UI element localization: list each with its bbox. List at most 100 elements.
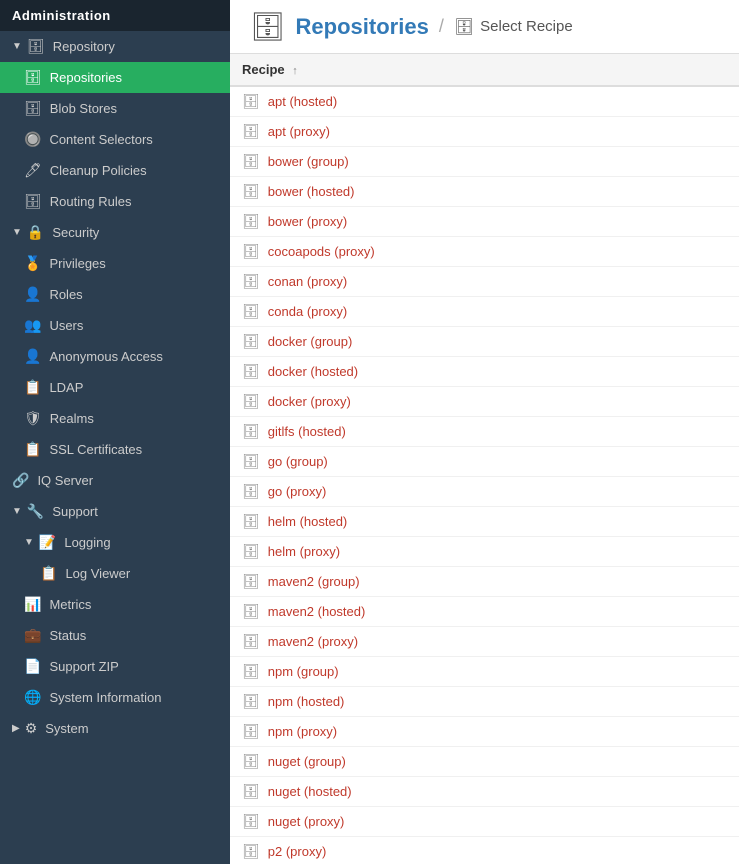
sidebar-item-status[interactable]: 💼 Status — [0, 620, 230, 651]
recipe-table-container: Recipe ↑ 🗄 apt (hosted) 🗄 apt (proxy) � — [230, 54, 739, 864]
chevron-down-icon: ▼ — [12, 227, 22, 238]
sidebar-item-roles[interactable]: 👤 Roles — [0, 279, 230, 310]
recipe-column-header[interactable]: Recipe ↑ — [230, 54, 739, 86]
recipe-db-icon: 🗄 — [242, 333, 260, 350]
sidebar-item-metrics[interactable]: 📊 Metrics — [0, 589, 230, 620]
recipe-db-icon: 🗄 — [242, 573, 260, 590]
table-row[interactable]: 🗄 maven2 (hosted) — [230, 597, 739, 627]
recipe-link[interactable]: nuget (hosted) — [268, 784, 352, 799]
recipe-link[interactable]: docker (group) — [268, 334, 353, 349]
table-row[interactable]: 🗄 bower (hosted) — [230, 177, 739, 207]
table-row[interactable]: 🗄 bower (group) — [230, 147, 739, 177]
privileges-icon: 🏅 — [24, 255, 41, 272]
anonymous-icon: 👤 — [24, 348, 41, 365]
table-row[interactable]: 🗄 docker (group) — [230, 327, 739, 357]
table-row[interactable]: 🗄 npm (proxy) — [230, 717, 739, 747]
sidebar-item-ssl-certificates[interactable]: 📋 SSL Certificates — [0, 434, 230, 465]
table-row[interactable]: 🗄 go (group) — [230, 447, 739, 477]
recipe-link[interactable]: conan (proxy) — [268, 274, 347, 289]
table-row[interactable]: 🗄 apt (hosted) — [230, 86, 739, 117]
recipe-db-icon: 🗄 — [242, 723, 260, 740]
table-row[interactable]: 🗄 helm (hosted) — [230, 507, 739, 537]
database-icon: 🗄 — [24, 69, 42, 86]
table-row[interactable]: 🗄 apt (proxy) — [230, 117, 739, 147]
table-row[interactable]: 🗄 npm (group) — [230, 657, 739, 687]
sidebar-group-logging[interactable]: ▼ 📝 Logging — [0, 527, 230, 558]
recipe-link[interactable]: npm (proxy) — [268, 724, 337, 739]
sidebar-item-anonymous-access[interactable]: 👤 Anonymous Access — [0, 341, 230, 372]
recipe-link[interactable]: helm (hosted) — [268, 514, 347, 529]
zip-icon: 📄 — [24, 658, 41, 675]
recipe-link[interactable]: apt (hosted) — [268, 94, 337, 109]
sidebar-item-label: Roles — [49, 287, 82, 302]
sidebar-item-support-zip[interactable]: 📄 Support ZIP — [0, 651, 230, 682]
sidebar-item-iq-server[interactable]: 🔗 IQ Server — [0, 465, 230, 496]
sidebar-item-ldap[interactable]: 📋 LDAP — [0, 372, 230, 403]
repositories-icon: 🗄 — [250, 10, 286, 43]
recipe-link[interactable]: docker (hosted) — [268, 364, 358, 379]
sidebar-item-label: SSL Certificates — [49, 442, 142, 457]
table-row[interactable]: 🗄 maven2 (group) — [230, 567, 739, 597]
table-row[interactable]: 🗄 nuget (proxy) — [230, 807, 739, 837]
table-row[interactable]: 🗄 conan (proxy) — [230, 267, 739, 297]
security-icon: 🔒 — [27, 224, 44, 241]
sidebar-item-label: System Information — [49, 690, 161, 705]
sidebar-item-content-selectors[interactable]: 🔘 Content Selectors — [0, 124, 230, 155]
recipe-link[interactable]: go (group) — [268, 454, 328, 469]
recipe-link[interactable]: maven2 (proxy) — [268, 634, 358, 649]
recipe-link[interactable]: apt (proxy) — [268, 124, 330, 139]
table-row[interactable]: 🗄 p2 (proxy) — [230, 837, 739, 864]
sidebar-item-repositories[interactable]: 🗄 Repositories — [0, 62, 230, 93]
recipe-db-icon: 🗄 — [242, 303, 260, 320]
table-row[interactable]: 🗄 helm (proxy) — [230, 537, 739, 567]
sidebar-item-privileges[interactable]: 🏅 Privileges — [0, 248, 230, 279]
sidebar-group-security[interactable]: ▼ 🔒 Security — [0, 217, 230, 248]
recipe-link[interactable]: gitlfs (hosted) — [268, 424, 346, 439]
table-row[interactable]: 🗄 bower (proxy) — [230, 207, 739, 237]
sidebar-item-label: Logging — [64, 535, 110, 550]
table-row[interactable]: 🗄 nuget (group) — [230, 747, 739, 777]
recipe-link[interactable]: cocoapods (proxy) — [268, 244, 375, 259]
recipe-link[interactable]: maven2 (group) — [268, 574, 360, 589]
logging-icon: 📝 — [39, 534, 56, 551]
recipe-link[interactable]: nuget (group) — [268, 754, 346, 769]
breadcrumb-label: Select Recipe — [480, 18, 573, 35]
table-row[interactable]: 🗄 cocoapods (proxy) — [230, 237, 739, 267]
table-row[interactable]: 🗄 maven2 (proxy) — [230, 627, 739, 657]
sidebar-group-system[interactable]: ▶ ⚙ System — [0, 713, 230, 744]
recipe-link[interactable]: helm (proxy) — [268, 544, 340, 559]
sidebar-item-system-information[interactable]: 🌐 System Information — [0, 682, 230, 713]
recipe-link[interactable]: nuget (proxy) — [268, 814, 345, 829]
table-row[interactable]: 🗄 gitlfs (hosted) — [230, 417, 739, 447]
table-row[interactable]: 🗄 npm (hosted) — [230, 687, 739, 717]
sidebar-item-cleanup-policies[interactable]: 🖊 Cleanup Policies — [0, 155, 230, 186]
sidebar-item-realms[interactable]: 🛡 Realms — [0, 403, 230, 434]
recipe-link[interactable]: conda (proxy) — [268, 304, 347, 319]
recipe-link[interactable]: npm (group) — [268, 664, 339, 679]
recipe-db-icon: 🗄 — [242, 423, 260, 440]
recipe-link[interactable]: docker (proxy) — [268, 394, 351, 409]
sidebar-group-support[interactable]: ▼ 🔧 Support — [0, 496, 230, 527]
recipe-link[interactable]: bower (hosted) — [268, 184, 355, 199]
table-row[interactable]: 🗄 go (proxy) — [230, 477, 739, 507]
chevron-right-icon: ▶ — [12, 723, 20, 734]
sidebar-item-blob-stores[interactable]: 🗄 Blob Stores — [0, 93, 230, 124]
sidebar-item-label: Metrics — [49, 597, 91, 612]
table-row[interactable]: 🗄 nuget (hosted) — [230, 777, 739, 807]
recipe-link[interactable]: bower (proxy) — [268, 214, 347, 229]
sidebar-item-log-viewer[interactable]: 📋 Log Viewer — [0, 558, 230, 589]
table-row[interactable]: 🗄 docker (hosted) — [230, 357, 739, 387]
recipe-link[interactable]: go (proxy) — [268, 484, 327, 499]
recipe-link[interactable]: npm (hosted) — [268, 694, 345, 709]
table-row[interactable]: 🗄 docker (proxy) — [230, 387, 739, 417]
table-row[interactable]: 🗄 conda (proxy) — [230, 297, 739, 327]
sidebar-group-repository[interactable]: ▼ 🗄 Repository — [0, 31, 230, 62]
sidebar-item-label: Realms — [50, 411, 94, 426]
recipe-link[interactable]: bower (group) — [268, 154, 349, 169]
sidebar-item-routing-rules[interactable]: 🗄 Routing Rules — [0, 186, 230, 217]
recipe-table: Recipe ↑ 🗄 apt (hosted) 🗄 apt (proxy) � — [230, 54, 739, 864]
recipe-link[interactable]: p2 (proxy) — [268, 844, 327, 859]
sidebar-item-users[interactable]: 👥 Users — [0, 310, 230, 341]
recipe-link[interactable]: maven2 (hosted) — [268, 604, 366, 619]
roles-icon: 👤 — [24, 286, 41, 303]
